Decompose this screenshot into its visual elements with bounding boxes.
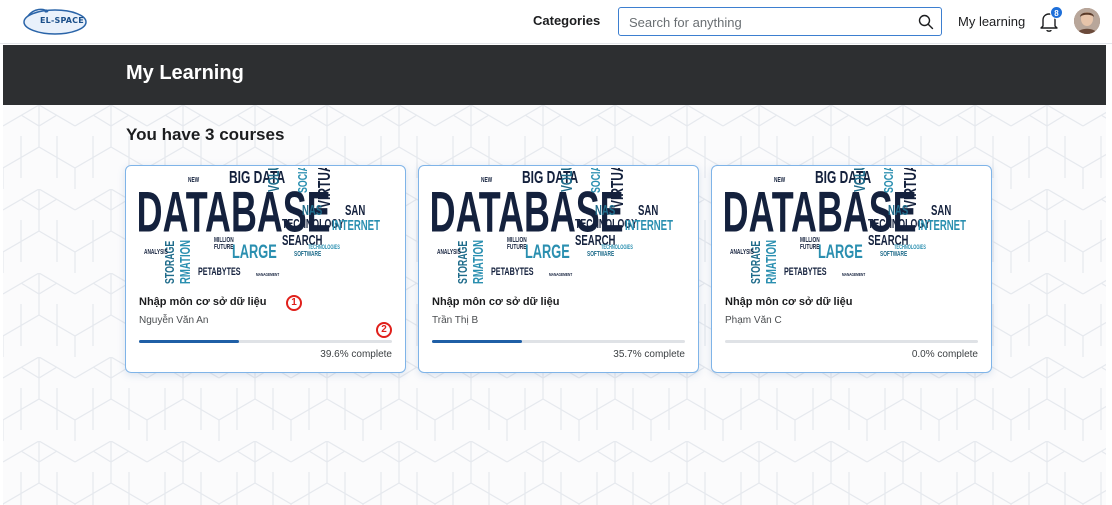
course-title[interactable]: Nhập môn cơ sở dữ liệu bbox=[725, 296, 853, 308]
categories-link[interactable]: Categories bbox=[533, 13, 600, 28]
thumbnail-word: MANAGEMENT bbox=[549, 271, 573, 277]
thumbnail-word: SOCIAL bbox=[296, 168, 310, 193]
thumbnail-word: NEW bbox=[481, 176, 492, 184]
thumbnail-word: RMATION bbox=[177, 240, 193, 284]
thumbnail-word: ANALYSIS bbox=[730, 248, 754, 256]
thumbnail-word: FUTURE bbox=[214, 243, 233, 251]
notifications-button[interactable]: 8 bbox=[1038, 6, 1063, 34]
page-title: My Learning bbox=[126, 62, 244, 84]
thumbnail-word: ANALYSIS bbox=[437, 248, 461, 256]
thumbnail-word: MANAGEMENT bbox=[256, 271, 280, 277]
thumbnail-word: NAS bbox=[595, 202, 615, 218]
course-instructor: Phạm Văn C bbox=[725, 315, 782, 326]
thumbnail-word: LARGE bbox=[232, 242, 277, 263]
search-box[interactable] bbox=[618, 7, 942, 36]
thumbnail-word: TECHNOLOGIES bbox=[894, 244, 926, 251]
course-instructor: Nguyễn Văn An bbox=[139, 315, 209, 326]
thumbnail-word: ANALYSIS bbox=[144, 248, 168, 256]
course-thumbnail: DATABASEBIG DATAVOLUM SOCIAL VIRTUALNAS SAN… bbox=[430, 168, 674, 284]
course-card[interactable]: DATABASE BIG DATA VOLUM SOCIAL VIRTUAL NAS SAN… bbox=[711, 165, 992, 373]
thumbnail-word: TECHNOLOGIES bbox=[308, 244, 340, 251]
progress-text: 35.7% complete bbox=[613, 349, 685, 360]
course-instructor: Trần Thị B bbox=[432, 315, 479, 326]
thumbnail-word: MANAGEMENT bbox=[842, 271, 866, 277]
thumbnail-word: VOLUM bbox=[851, 168, 869, 192]
course-card[interactable]: DATABASE BIG DATA VOLUM SOCIAL VIRTUAL NAS SAN… bbox=[418, 165, 699, 373]
thumbnail-word: STORAGE bbox=[749, 240, 763, 284]
logo-text: EL-SPACE bbox=[40, 16, 84, 25]
search-icon[interactable] bbox=[918, 14, 934, 30]
course-count-heading: You have 3 courses bbox=[126, 125, 285, 144]
annotation-marker: 2 bbox=[376, 322, 392, 338]
notification-badge: 8 bbox=[1050, 6, 1063, 19]
course-card[interactable]: DATABASE BIG DATA VOLUM SOCIAL VIRTUAL NAS SAN… bbox=[125, 165, 406, 373]
progress-track bbox=[139, 340, 392, 343]
top-navbar: EL-SPACE Categories My learning 8 bbox=[0, 0, 1112, 44]
progress-text: 39.6% complete bbox=[320, 349, 392, 360]
thumbnail-word: RMATION bbox=[470, 240, 486, 284]
thumbnail-word: INTERNET bbox=[332, 217, 380, 233]
thumbnail-word: RMATION bbox=[763, 240, 779, 284]
thumbnail-word: NEW bbox=[188, 176, 199, 184]
progress-fill bbox=[139, 340, 240, 343]
thumbnail-word: NAS bbox=[888, 202, 908, 218]
thumbnail-word: INTERNET bbox=[918, 217, 966, 233]
thumbnail-word: PETABYTES bbox=[198, 266, 241, 278]
progress-text: 0.0% complete bbox=[911, 349, 978, 360]
thumbnail-word: NEW bbox=[774, 176, 785, 184]
thumbnail-word: LARGE bbox=[525, 242, 570, 263]
annotation-marker: 1 bbox=[286, 295, 302, 311]
thumbnail-word: SOCIAL bbox=[882, 168, 896, 193]
thumbnail-word: LARGE bbox=[818, 242, 863, 263]
thumbnail-word: SOCIAL bbox=[589, 168, 603, 193]
thumbnail-word: INTERNET bbox=[625, 217, 673, 233]
thumbnail-word: PETABYTES bbox=[491, 266, 534, 278]
thumbnail-word: STORAGE bbox=[456, 240, 470, 284]
thumbnail-word: FUTURE bbox=[800, 243, 819, 251]
thumbnail-word: FUTURE bbox=[507, 243, 526, 251]
avatar[interactable] bbox=[1074, 8, 1100, 34]
thumbnail-word: NAS bbox=[302, 202, 322, 218]
course-title[interactable]: Nhập môn cơ sở dữ liệu bbox=[432, 296, 560, 308]
thumbnail-word: PETABYTES bbox=[784, 266, 827, 278]
thumbnail-word: VOLUM bbox=[558, 168, 576, 192]
thumbnail-word: VOLUM bbox=[265, 168, 283, 192]
thumbnail-word: TECHNOLOGIES bbox=[601, 244, 633, 251]
course-thumbnail: DATABASEBIG DATAVOLUM SOCIAL VIRTUALNAS SAN… bbox=[723, 168, 967, 284]
search-input[interactable] bbox=[629, 13, 909, 31]
page-header: My Learning bbox=[3, 45, 1106, 105]
my-learning-link[interactable]: My learning bbox=[958, 14, 1025, 29]
progress-track bbox=[725, 340, 978, 343]
logo[interactable]: EL-SPACE bbox=[22, 6, 88, 38]
progress-fill bbox=[432, 340, 523, 343]
course-title[interactable]: Nhập môn cơ sở dữ liệu bbox=[139, 296, 267, 308]
course-thumbnail: DATABASEBIG DATAVOLUM SOCIAL VIRTUALNAS SAN… bbox=[137, 168, 381, 284]
thumbnail-word: STORAGE bbox=[163, 240, 177, 284]
progress-track bbox=[432, 340, 685, 343]
user-avatar-icon bbox=[1074, 8, 1100, 34]
